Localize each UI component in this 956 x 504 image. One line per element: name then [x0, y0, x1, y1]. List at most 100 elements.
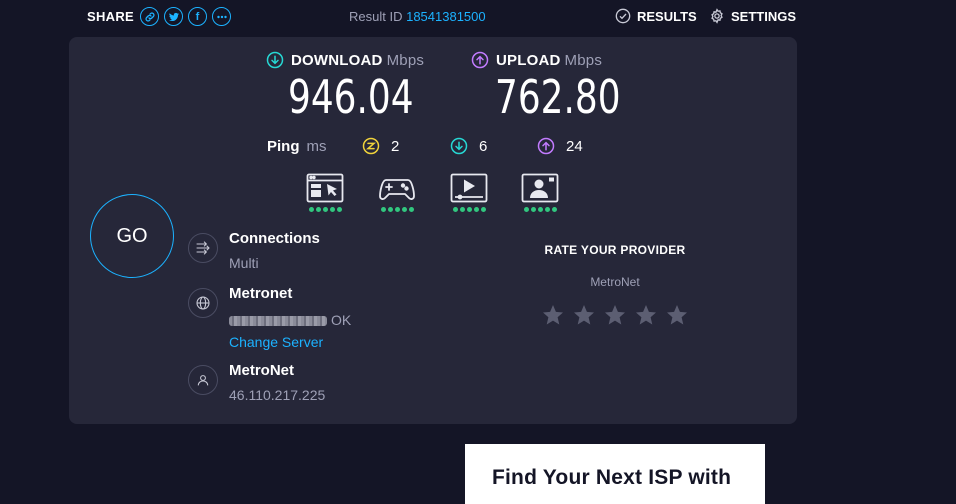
- ping-row: Ping ms 2 6 24: [267, 135, 583, 157]
- download-latency-icon: [450, 137, 468, 155]
- rating-dots: [449, 207, 489, 212]
- share-twitter-button[interactable]: [164, 7, 184, 26]
- rate-provider-panel: RATE YOUR PROVIDER MetroNet: [529, 243, 701, 327]
- share-label: SHARE: [87, 9, 135, 24]
- connections-icon-wrap: [188, 233, 218, 263]
- settings-button[interactable]: SETTINGS: [709, 8, 796, 24]
- result-id: Result ID 18541381500: [349, 9, 486, 24]
- rating-dot: [387, 207, 393, 212]
- gaming-icon: [379, 179, 415, 200]
- rate-provider-title: RATE YOUR PROVIDER: [544, 243, 686, 257]
- more-icon: [216, 15, 227, 18]
- download-icon: [266, 51, 284, 69]
- download-latency-value: 6: [479, 137, 488, 155]
- rating-dot: [523, 207, 529, 212]
- gaming-rating[interactable]: [377, 173, 417, 212]
- video-chat-icon: [521, 173, 559, 203]
- change-server-link[interactable]: Change Server: [229, 334, 323, 350]
- result-id-label: Result ID: [349, 9, 403, 24]
- gear-icon: [711, 8, 723, 24]
- rating-dot: [466, 207, 472, 212]
- upload-latency-icon: [537, 137, 555, 155]
- rating-dot: [401, 207, 407, 212]
- rating-dot: [329, 207, 335, 212]
- download-unit: Mbps: [386, 51, 425, 69]
- rating-dot: [380, 207, 386, 212]
- rating-dot: [473, 207, 479, 212]
- speedtest-result-card: DOWNLOAD Mbps 946.04 UPLOAD Mbps 762.80 …: [69, 37, 797, 424]
- settings-label: SETTINGS: [731, 8, 797, 24]
- upload-metric: UPLOAD Mbps 762.80: [471, 51, 656, 123]
- star-5-icon[interactable]: [665, 303, 689, 327]
- download-speed-value: 946.04: [288, 70, 414, 124]
- share-more-button[interactable]: [212, 7, 232, 26]
- result-id-value[interactable]: 18541381500: [406, 9, 486, 24]
- download-latency[interactable]: 6: [450, 137, 487, 155]
- star-4-icon[interactable]: [634, 303, 658, 327]
- results-label: RESULTS: [637, 8, 697, 24]
- ping-label: Ping: [267, 137, 300, 155]
- rating-dots: [520, 207, 560, 212]
- user-icon-wrap: [188, 365, 218, 395]
- share-bar: SHARE f: [87, 7, 236, 26]
- promo-banner[interactable]: Find Your Next ISP with: [465, 444, 765, 504]
- redacted-server-location: [229, 316, 327, 326]
- video-chat-rating[interactable]: [520, 173, 560, 212]
- rating-dot: [544, 207, 550, 212]
- globe-icon: [196, 296, 210, 310]
- upload-label: UPLOAD: [496, 51, 561, 69]
- video-streaming-icon: [450, 173, 488, 203]
- promo-headline: Find Your Next ISP with: [492, 466, 732, 489]
- rating-dot: [551, 207, 557, 212]
- facebook-icon: f: [195, 10, 200, 23]
- server-title: Metronet: [229, 285, 293, 302]
- upload-icon: [471, 51, 489, 69]
- provider-ip: 46.110.217.225: [229, 387, 326, 403]
- rating-dots: [305, 207, 345, 212]
- server-status: OK: [331, 312, 352, 328]
- download-label: DOWNLOAD: [291, 51, 383, 69]
- idle-latency-value: 2: [391, 137, 400, 155]
- web-browsing-rating[interactable]: [305, 173, 345, 212]
- globe-icon-wrap: [188, 288, 218, 318]
- rating-dot: [308, 207, 314, 212]
- user-icon: [197, 375, 209, 386]
- provider-name: MetroNet: [229, 362, 295, 379]
- download-metric: DOWNLOAD Mbps 946.04: [266, 51, 449, 123]
- rating-dot: [315, 207, 321, 212]
- connections-value: Multi: [229, 255, 259, 271]
- go-button[interactable]: GO: [90, 194, 174, 278]
- rating-dots: [377, 207, 417, 212]
- rating-dot: [408, 207, 414, 212]
- idle-latency-icon: [362, 137, 380, 155]
- upload-latency[interactable]: 24: [537, 137, 583, 155]
- connections-title: Connections: [229, 230, 320, 247]
- rating-dot: [459, 207, 465, 212]
- upload-speed-value: 762.80: [495, 70, 621, 124]
- link-icon: [144, 11, 155, 22]
- top-bar: SHARE f Result ID 18541381500 RESULTS SE…: [0, 0, 956, 34]
- check-circle-icon: [615, 8, 631, 24]
- rating-dot: [322, 207, 328, 212]
- idle-latency[interactable]: 2: [362, 137, 399, 155]
- rate-provider-name: MetroNet: [590, 275, 640, 289]
- rating-dot: [530, 207, 536, 212]
- rating-dot: [537, 207, 543, 212]
- web-browsing-icon: [306, 173, 344, 203]
- share-facebook-button[interactable]: f: [188, 7, 208, 26]
- twitter-icon: [168, 12, 179, 21]
- rating-dot: [480, 207, 486, 212]
- share-link-button[interactable]: [140, 7, 160, 26]
- upload-latency-value: 24: [566, 137, 583, 155]
- star-1-icon[interactable]: [541, 303, 565, 327]
- star-3-icon[interactable]: [603, 303, 627, 327]
- video-streaming-rating[interactable]: [449, 173, 489, 212]
- ping-unit: ms: [306, 137, 327, 155]
- rating-dot: [336, 207, 342, 212]
- star-2-icon[interactable]: [572, 303, 596, 327]
- connections-icon: [196, 241, 210, 255]
- upload-unit: Mbps: [564, 51, 603, 69]
- rating-dot: [452, 207, 458, 212]
- star-rating: [529, 303, 701, 327]
- results-button[interactable]: RESULTS: [615, 8, 697, 24]
